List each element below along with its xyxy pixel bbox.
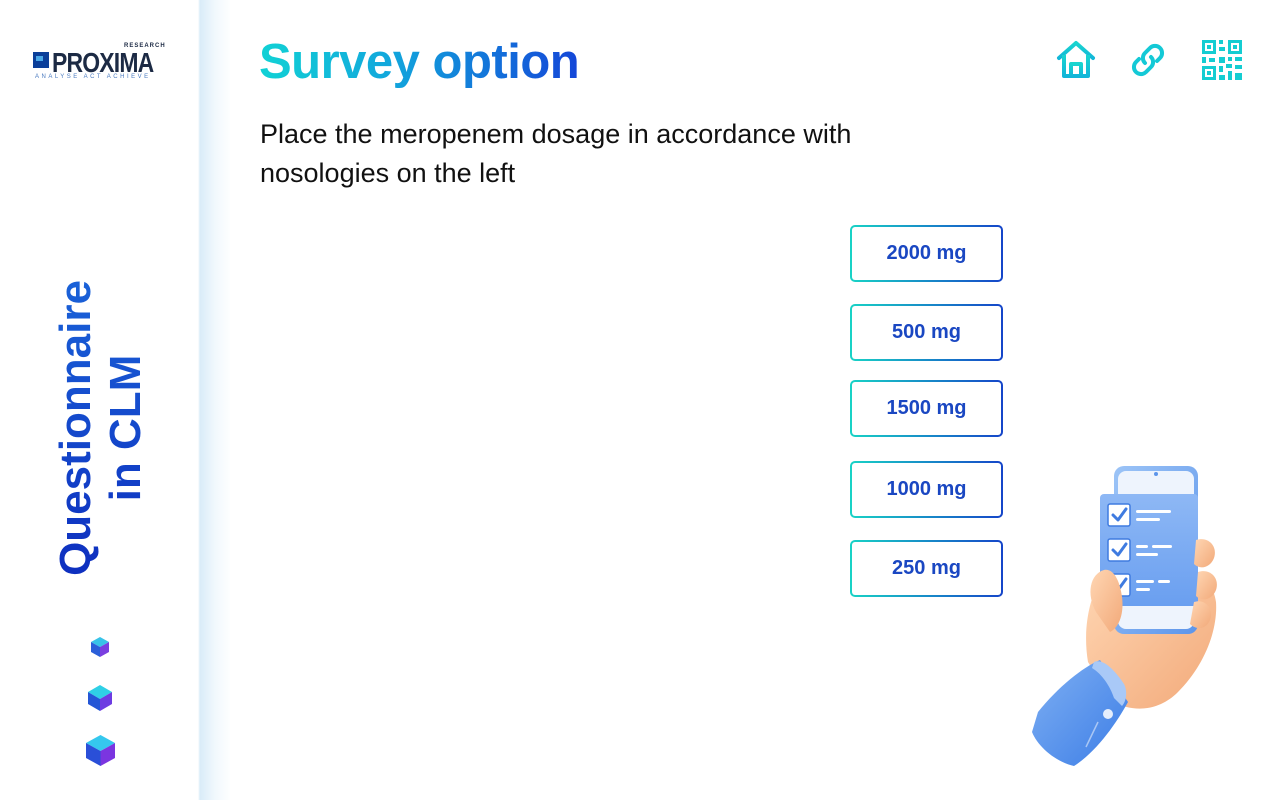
logo-tagline: ANALYSE ACT ACHIEVE <box>35 74 151 80</box>
page-title: Survey option <box>259 35 580 89</box>
question-text: Place the meropenem dosage in accordance… <box>260 119 852 188</box>
option-500-mg[interactable]: 500 mg <box>850 304 1003 361</box>
home-icon[interactable] <box>1054 38 1098 82</box>
cube-icon-small <box>89 636 111 658</box>
proxima-logo[interactable]: RESEARCH PROXIMA ANALYSE ACT ACHIEVE <box>32 43 172 84</box>
logo-mark-icon <box>33 52 49 68</box>
qr-code-icon[interactable] <box>1200 38 1244 82</box>
option-2000-mg[interactable]: 2000 mg <box>850 225 1003 282</box>
sidebar-title-line2: in CLM <box>101 354 150 502</box>
sidebar-title-line1: Questionnaire <box>51 280 100 576</box>
cube-icon-medium <box>86 684 114 712</box>
sidebar: RESEARCH PROXIMA ANALYSE ACT ACHIEVE Que… <box>0 0 230 800</box>
hand-phone-checklist-illustration <box>1028 462 1223 772</box>
option-250-mg[interactable]: 250 mg <box>850 540 1003 597</box>
link-icon[interactable] <box>1126 38 1170 82</box>
option-1500-mg[interactable]: 1500 mg <box>850 380 1003 437</box>
cube-icon-large <box>84 734 117 767</box>
option-1000-mg[interactable]: 1000 mg <box>850 461 1003 518</box>
sidebar-title: Questionnaire in CLM <box>51 280 151 576</box>
top-toolbar <box>1054 38 1244 82</box>
